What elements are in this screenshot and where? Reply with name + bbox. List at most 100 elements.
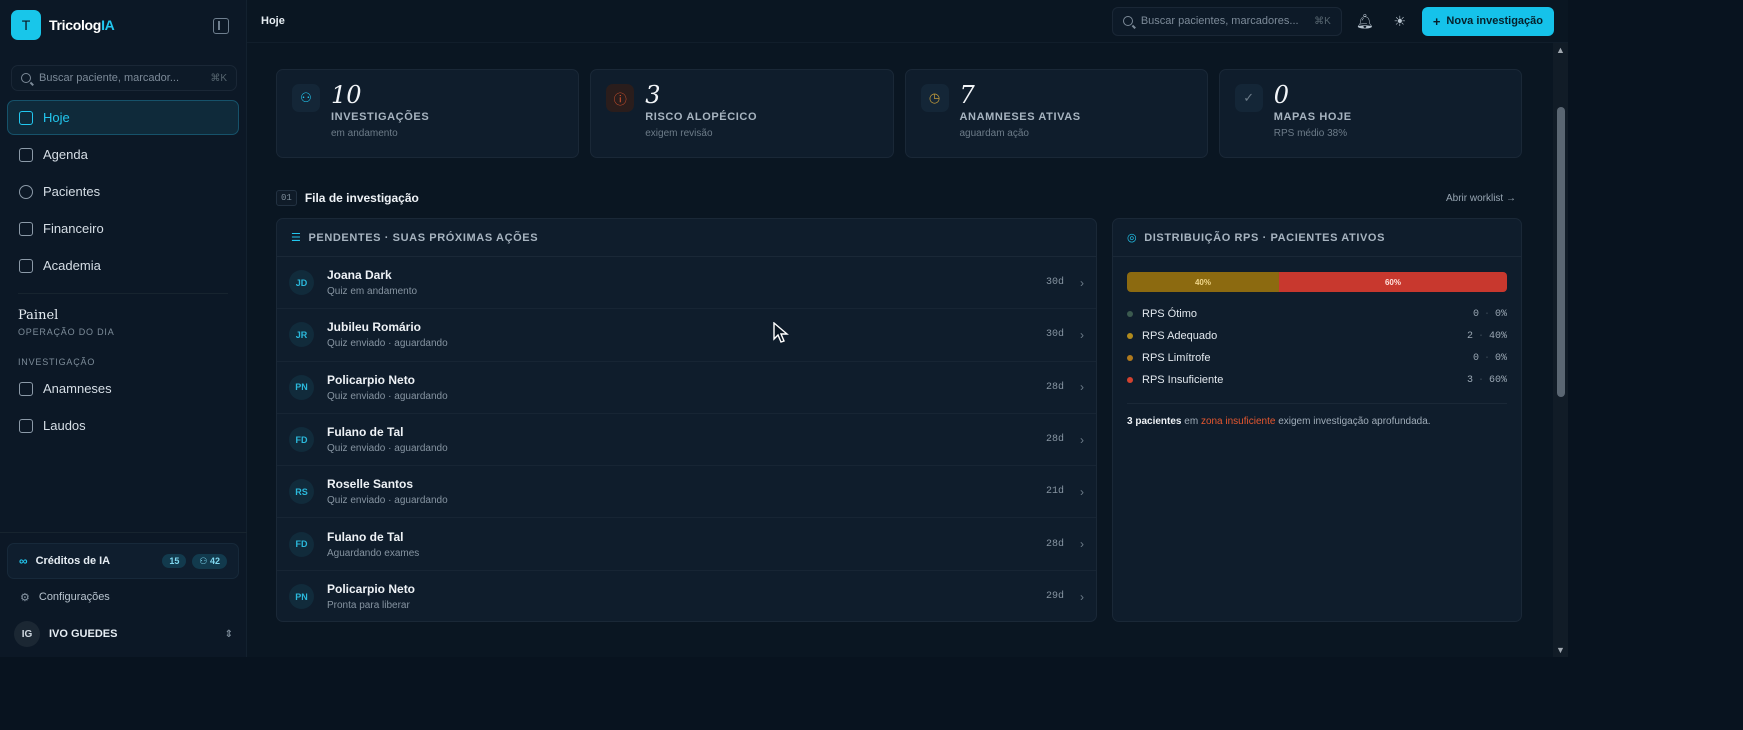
queue-row[interactable]: JR Jubileu Romário Quiz enviado · aguardan…	[277, 309, 1096, 362]
queue-row[interactable]: FD Fulano de Tal Aguardando exames 28d ›	[277, 518, 1096, 571]
scroll-down-icon[interactable]: ▼	[1556, 645, 1565, 655]
breadcrumb: Hoje	[261, 15, 285, 27]
collapse-sidebar-icon[interactable]	[213, 18, 229, 34]
chevron-right-icon: ›	[1080, 380, 1084, 395]
sidebar-search-input[interactable]: Buscar paciente, marcador... ⌘K	[11, 65, 237, 91]
check-circle-icon: ✓	[1234, 84, 1263, 112]
user-menu[interactable]: IG IVO GUEDES ⇕	[0, 615, 247, 653]
bar-segment-adequado: 40%	[1127, 272, 1279, 292]
patient-status: Quiz enviado · aguardando	[327, 495, 448, 507]
sidebar-item-label: Pacientes	[43, 184, 101, 199]
avatar: IG	[14, 621, 40, 647]
bell-icon[interactable]: 🔔︎	[1353, 9, 1377, 33]
settings-link[interactable]: ⚙ Configurações	[0, 579, 247, 615]
queue-row[interactable]: JD Joana Dark Quiz em andamento 30d ›	[277, 257, 1096, 310]
target-icon: ◎	[1127, 232, 1138, 244]
sidebar-item-label: Academia	[43, 258, 101, 273]
legend-label: RPS Adequado	[1142, 330, 1218, 342]
stat-card-anamneses[interactable]: ◷ 7 ANAMNESES ATIVAS aguardam ação	[904, 69, 1208, 158]
stat-card-investigacoes[interactable]: ⚇ 10 INVESTIGAÇÕES em andamento	[276, 69, 580, 158]
ai-credits-button[interactable]: ∞ Créditos de IA 15 ⚇ 42	[7, 543, 239, 579]
days-since: 28d	[1045, 381, 1064, 393]
sidebar-footer: ∞ Créditos de IA 15 ⚇ 42 ⚙ Configurações…	[0, 532, 247, 657]
credits-users-count: 42	[209, 555, 220, 566]
scroll-up-icon[interactable]: ▲	[1556, 45, 1565, 55]
scrollbar-thumb[interactable]	[1557, 107, 1565, 397]
settings-label: Configurações	[38, 591, 110, 603]
pending-queue-panel: ☰ PENDENTES · SUAS PRÓXIMAS AÇÕES JD Joan…	[276, 218, 1097, 622]
ai-credits-label: Créditos de IA	[35, 555, 111, 567]
panel-title: DISTRIBUIÇÃO RPS · PACIENTES ATIVOS	[1144, 231, 1386, 244]
stat-card-risco[interactable]: ⓘ 3 RISCO ALOPÉCICO exigem revisão	[590, 69, 894, 158]
sidebar-search-placeholder: Buscar paciente, marcador...	[39, 72, 180, 84]
sidebar-item-laudos[interactable]: Laudos	[7, 408, 239, 443]
divider	[1127, 403, 1507, 404]
new-investigation-button[interactable]: + Nova investigação	[1421, 6, 1554, 36]
sidebar-item-agenda[interactable]: Agenda	[7, 137, 239, 172]
distribution-body: 40% 60% RPS Ótimo 0 · 0% RPS Adequado 2 · 40% RP…	[1113, 257, 1521, 442]
panel-title: PENDENTES · SUAS PRÓXIMAS AÇÕES	[308, 231, 539, 244]
patient-status: Quiz em andamento	[327, 286, 418, 298]
sidebar-item-pacientes[interactable]: Pacientes	[7, 174, 239, 209]
chevron-right-icon: ›	[1080, 537, 1084, 552]
section-header: 01 Fila de investigação Abrir worklist →	[276, 188, 1522, 208]
brand-name: TricologIA	[49, 17, 115, 33]
document-icon	[19, 418, 33, 433]
legend-label: RPS Limítrofe	[1142, 352, 1211, 364]
legend-values: 0 · 0%	[1473, 353, 1507, 364]
main-area: Hoje Buscar pacientes, marcadores... ⌘K …	[247, 0, 1568, 657]
search-icon	[21, 73, 31, 83]
brand[interactable]: T TricologIA	[0, 0, 246, 50]
user-name: IVO GUEDES	[49, 628, 118, 640]
queue-row[interactable]: FD Fulano de Tal Quiz enviado · aguardando…	[277, 414, 1096, 467]
scrollbar[interactable]: ▲ ▼	[1553, 43, 1568, 657]
logo: T	[11, 10, 41, 40]
plus-icon: +	[1432, 13, 1441, 29]
sidebar-item-academia[interactable]: Academia	[7, 248, 239, 283]
sidebar-item-anamneses[interactable]: Anamneses	[7, 371, 239, 406]
open-worklist-link[interactable]: Abrir worklist →	[1446, 193, 1516, 204]
sidebar-item-financeiro[interactable]: Financeiro	[7, 211, 239, 246]
sidebar-item-label: Financeiro	[43, 221, 104, 236]
patient-status: Pronta para liberar	[327, 600, 410, 612]
legend-count: 2	[1466, 330, 1473, 342]
list-check-icon: ☰	[291, 232, 302, 244]
queue-row[interactable]: PN Policarpio Neto Quiz enviado · aguardan…	[277, 362, 1096, 414]
avatar: PN	[289, 584, 314, 610]
legend-label: RPS Insuficiente	[1142, 374, 1224, 386]
days-since: 30d	[1045, 329, 1064, 341]
patient-info: Policarpio Neto Quiz enviado · aguardando	[327, 373, 448, 402]
avatar: FD	[289, 427, 314, 453]
patient-status: Quiz enviado · aguardando	[327, 338, 448, 350]
stat-sub: RPS médio 38%	[1273, 128, 1348, 139]
chevron-right-icon: ›	[1080, 275, 1084, 290]
rps-distribution-panel: ◎ DISTRIBUIÇÃO RPS · PACIENTES ATIVOS 40…	[1112, 218, 1522, 622]
legend-dot	[1127, 311, 1133, 317]
stat-value: 0	[1273, 81, 1290, 109]
legend-pct: 60%	[1488, 374, 1507, 386]
queue-row[interactable]: PN Policarpio Neto Pronta para liberar 29d ›	[277, 571, 1096, 623]
patient-name: Jubileu Romário	[327, 320, 422, 335]
stat-value: 7	[959, 81, 975, 109]
credits-badge: 15	[162, 554, 187, 568]
sidebar-item-hoje[interactable]: Hoje	[7, 100, 239, 135]
graduation-cap-icon	[19, 258, 33, 273]
legend-separator: ·	[1483, 352, 1490, 364]
chevron-right-icon: ›	[1080, 484, 1084, 499]
chevron-up-down-icon: ⇕	[224, 628, 233, 640]
legend-label: RPS Ótimo	[1142, 308, 1198, 320]
stat-card-mapas[interactable]: ✓ 0 MAPAS HOJE RPS médio 38%	[1218, 69, 1522, 158]
painel-title: Painel	[18, 308, 59, 323]
main-nav: Hoje Agenda Pacientes Financeiro Academi…	[0, 100, 246, 283]
sun-icon[interactable]: ☀	[1388, 9, 1412, 33]
bar-segment-insuficiente: 60%	[1279, 272, 1507, 292]
patient-name: Fulano de Tal	[327, 529, 404, 544]
legend-item: RPS Adequado 2 · 40%	[1127, 325, 1507, 347]
global-search-input[interactable]: Buscar pacientes, marcadores... ⌘K	[1111, 6, 1342, 36]
sidebar-item-label: Laudos	[43, 418, 86, 433]
avatar: JD	[289, 270, 314, 296]
days-since: 28d	[1045, 434, 1064, 446]
avatar: JR	[289, 322, 314, 348]
legend-separator: ·	[1483, 308, 1490, 320]
queue-row[interactable]: RS Roselle Santos Quiz enviado · aguardand…	[277, 466, 1096, 519]
